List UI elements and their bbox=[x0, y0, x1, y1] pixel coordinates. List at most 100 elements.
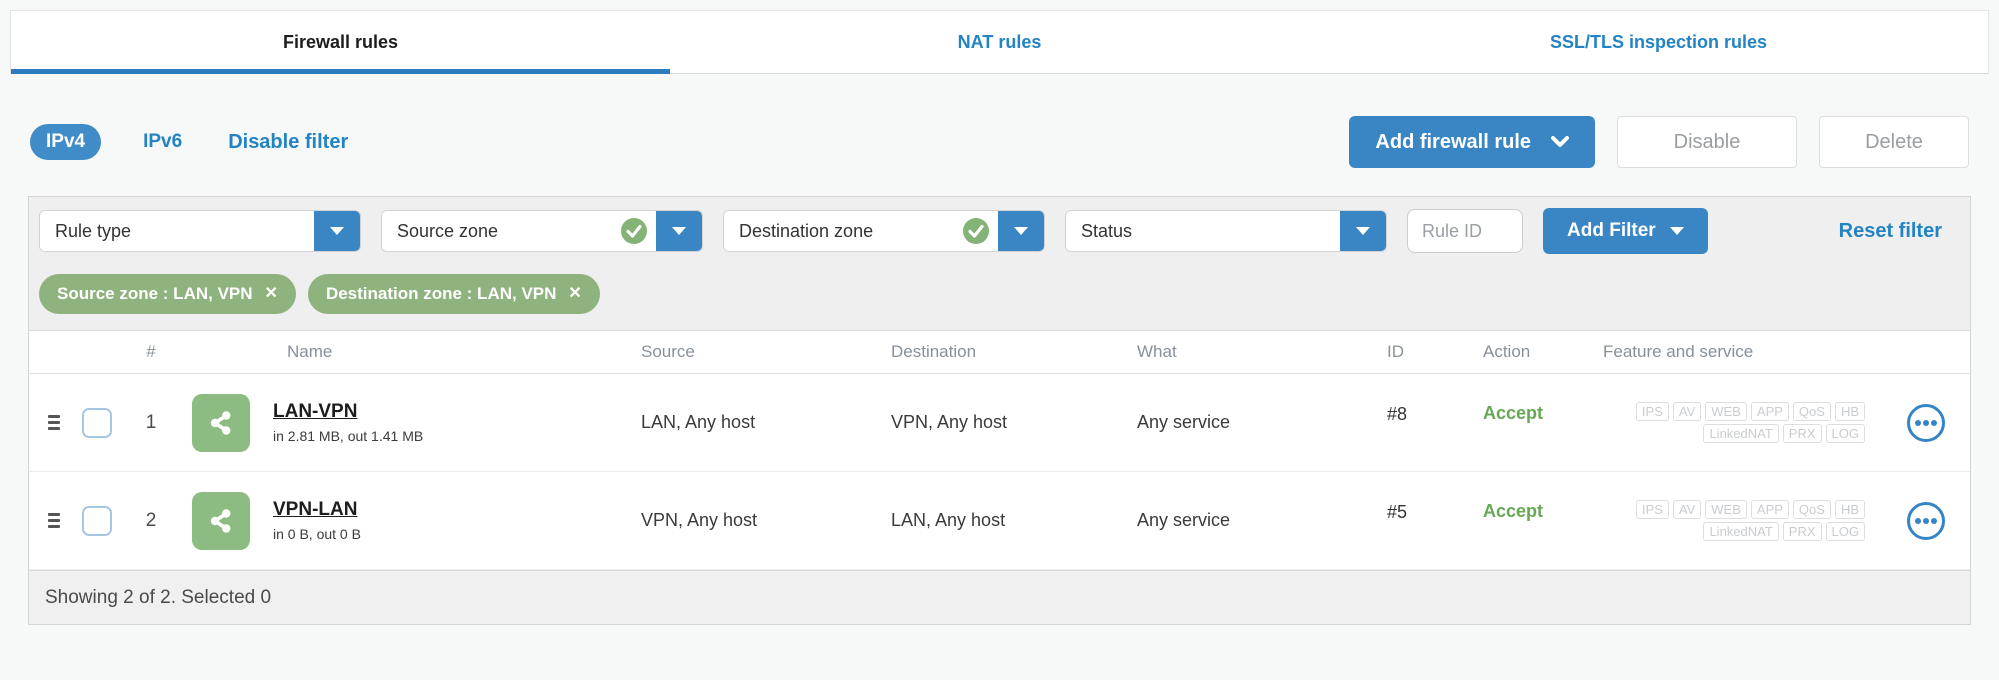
column-header-source: Source bbox=[641, 342, 695, 361]
filter-dropdown[interactable]: Status bbox=[1065, 210, 1387, 252]
toolbar: IPv4 IPv6 Disable filter Add firewall ru… bbox=[30, 116, 1969, 168]
tab[interactable]: Firewall rules bbox=[11, 11, 670, 74]
triangle-down-icon bbox=[1014, 227, 1028, 235]
filter-chip: Source zone : LAN, VPN ✕ bbox=[39, 274, 296, 314]
filter-dropdown-label: Rule type bbox=[55, 220, 132, 241]
rule-action: Accept bbox=[1483, 501, 1544, 521]
rule-action: Accept bbox=[1483, 403, 1544, 423]
column-header-number: # bbox=[146, 342, 156, 361]
rule-name-link[interactable]: VPN-LAN bbox=[273, 499, 357, 521]
rule-what: Any service bbox=[1137, 510, 1231, 530]
reset-filter-link[interactable]: Reset filter bbox=[1839, 220, 1942, 243]
feature-badge: AV bbox=[1672, 402, 1702, 421]
chip-close-icon[interactable]: ✕ bbox=[568, 286, 581, 302]
row-checkbox[interactable] bbox=[82, 407, 112, 438]
row-checkbox[interactable] bbox=[82, 505, 112, 536]
toolbar-actions: Add firewall rule Disable Delete bbox=[1349, 116, 1969, 168]
rule-id-input[interactable] bbox=[1407, 209, 1523, 253]
delete-button[interactable]: Delete bbox=[1819, 116, 1969, 168]
filter-applied-check-icon bbox=[620, 217, 648, 245]
dropdown-arrow-button[interactable] bbox=[998, 211, 1044, 251]
chevron-down-icon bbox=[1551, 136, 1569, 147]
triangle-down-icon bbox=[330, 227, 344, 235]
feature-badge: APP bbox=[1750, 500, 1789, 519]
filter-bar: Rule type Source zone Destination zone S… bbox=[29, 197, 1970, 254]
disable-filter-link[interactable]: Disable filter bbox=[228, 131, 348, 154]
row-number: 2 bbox=[145, 509, 157, 531]
row-menu-ellipsis-button[interactable] bbox=[1907, 403, 1945, 442]
rule-type-share-icon bbox=[192, 491, 250, 550]
feature-badge: QoS bbox=[1792, 500, 1831, 519]
feature-badges: IPS AV WEB APP QoS HB LinkedNAT PRX LOG bbox=[1603, 500, 1865, 541]
add-filter-label: Add Filter bbox=[1567, 220, 1656, 241]
feature-badge: IPS bbox=[1635, 500, 1669, 519]
firewall-rules-panel: Rule type Source zone Destination zone S… bbox=[28, 196, 1971, 625]
feature-badge: LOG bbox=[1825, 424, 1865, 443]
filter-applied-check-icon bbox=[962, 217, 990, 245]
feature-badge: PRX bbox=[1782, 522, 1822, 541]
rule-name-link[interactable]: LAN-VPN bbox=[273, 401, 357, 423]
rule-what: Any service bbox=[1137, 412, 1231, 432]
dropdown-arrow-button[interactable] bbox=[314, 211, 360, 251]
filter-chips-row: Source zone : LAN, VPN ✕ Destination zon… bbox=[29, 254, 1970, 330]
add-firewall-rule-label: Add firewall rule bbox=[1375, 130, 1531, 153]
rule-traffic-stats: in 2.81 MB, out 1.41 MB bbox=[273, 428, 424, 444]
disable-button[interactable]: Disable bbox=[1617, 116, 1797, 168]
dropdown-arrow-button[interactable] bbox=[656, 211, 702, 251]
table-footer: Showing 2 of 2. Selected 0 bbox=[29, 570, 1970, 624]
chevron-down-icon bbox=[1669, 227, 1684, 235]
filter-chip: Destination zone : LAN, VPN ✕ bbox=[307, 274, 600, 314]
ip-version-pill[interactable]: IPv4 bbox=[30, 124, 102, 160]
filter-dropdown[interactable]: Source zone bbox=[381, 210, 703, 252]
rule-destination: VPN, Any host bbox=[891, 412, 1008, 432]
feature-badges: IPS AV WEB APP QoS HB LinkedNAT PRX LOG bbox=[1603, 402, 1865, 443]
rule-destination: LAN, Any host bbox=[891, 510, 1006, 530]
filter-chip-label: Destination zone : LAN, VPN bbox=[325, 284, 557, 303]
ip-version-label: IPv4 bbox=[46, 131, 86, 152]
filter-dropdown[interactable]: Destination zone bbox=[723, 210, 1045, 252]
column-header-action: Action bbox=[1483, 342, 1531, 361]
drag-handle-icon[interactable] bbox=[48, 415, 60, 430]
rule-id: #8 bbox=[1387, 404, 1408, 424]
table-header: # Name Source Destination What ID Action… bbox=[29, 330, 1970, 374]
dropdown-arrow-button[interactable] bbox=[1340, 211, 1386, 251]
add-filter-button[interactable]: Add Filter bbox=[1543, 208, 1708, 254]
column-header-destination: Destination bbox=[891, 342, 977, 361]
feature-badge: LinkedNAT bbox=[1703, 424, 1779, 443]
column-header-id: ID bbox=[1387, 342, 1404, 361]
row-menu-ellipsis-button[interactable] bbox=[1907, 501, 1945, 540]
feature-badge: LinkedNAT bbox=[1703, 522, 1779, 541]
ip-version-toggle: IPv4 IPv6 bbox=[30, 124, 198, 160]
tab-label: Firewall rules bbox=[282, 31, 399, 52]
feature-badge: APP bbox=[1750, 402, 1789, 421]
tab[interactable]: SSL/TLS inspection rules bbox=[1329, 11, 1988, 73]
rule-id: #5 bbox=[1387, 502, 1408, 522]
rule-source: VPN, Any host bbox=[641, 510, 758, 530]
ip-version-pill[interactable]: IPv6 bbox=[127, 124, 198, 160]
feature-badge: WEB bbox=[1705, 500, 1747, 519]
feature-badge: LOG bbox=[1825, 522, 1865, 541]
filter-dropdown[interactable]: Rule type bbox=[39, 210, 361, 252]
rule-traffic-stats: in 0 B, out 0 B bbox=[273, 526, 361, 542]
feature-badge: WEB bbox=[1705, 402, 1747, 421]
firewall-rule-row: 2 VPN-LAN in 0 B, out 0 B VPN, Any host … bbox=[29, 472, 1970, 570]
ip-version-label: IPv6 bbox=[143, 131, 183, 152]
add-firewall-rule-button[interactable]: Add firewall rule bbox=[1349, 116, 1595, 168]
filter-chip-label: Source zone : LAN, VPN bbox=[57, 284, 253, 303]
table-body: 1 LAN-VPN in 2.81 MB, out 1.41 MB LAN, A… bbox=[29, 374, 1970, 570]
feature-badge: QoS bbox=[1792, 402, 1831, 421]
column-header-name: Name bbox=[287, 342, 333, 361]
tab-label: NAT rules bbox=[957, 31, 1042, 52]
triangle-down-icon bbox=[1356, 227, 1370, 235]
tab-label: SSL/TLS inspection rules bbox=[1549, 31, 1768, 52]
filter-dropdown-label: Source zone bbox=[397, 220, 499, 241]
tab-bar: Firewall rules NAT rules SSL/TLS inspect… bbox=[10, 10, 1989, 74]
table-footer-summary: Showing 2 of 2. Selected 0 bbox=[45, 586, 272, 608]
column-header-features: Feature and service bbox=[1603, 342, 1754, 361]
filter-dropdown-label: Destination zone bbox=[739, 220, 874, 241]
feature-badge: HB bbox=[1834, 500, 1865, 519]
feature-badge: HB bbox=[1834, 402, 1865, 421]
drag-handle-icon[interactable] bbox=[48, 513, 60, 528]
tab[interactable]: NAT rules bbox=[670, 11, 1329, 73]
chip-close-icon[interactable]: ✕ bbox=[265, 286, 278, 302]
